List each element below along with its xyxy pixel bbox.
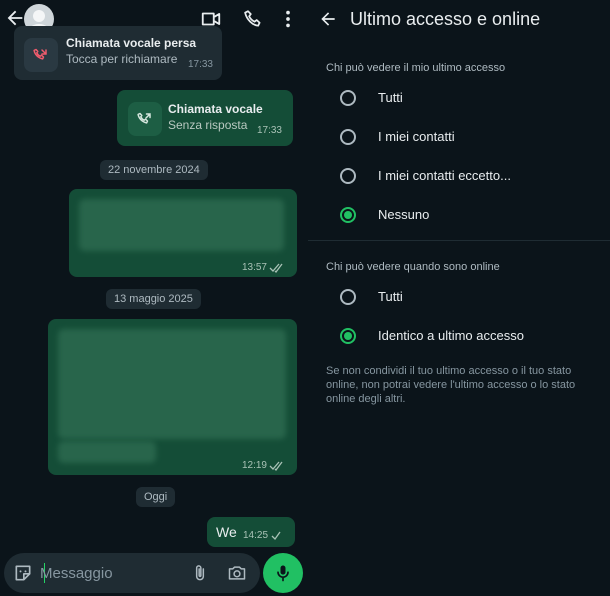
message-time: 12:19 [241, 460, 267, 471]
option-last-seen-contacts[interactable]: I miei contatti [308, 119, 610, 155]
option-last-seen-contacts-except[interactable]: I miei contatti eccetto... [308, 158, 610, 194]
radio-button[interactable] [340, 289, 356, 305]
message-input[interactable]: Messaggio [40, 565, 113, 582]
option-last-seen-everyone[interactable]: Tutti [308, 80, 610, 116]
voice-call-icon-box [128, 102, 162, 136]
voice-call-bubble[interactable]: Chiamata vocale Senza risposta 17:33 [117, 90, 293, 146]
option-label: Tutti [378, 90, 403, 105]
page-title: Ultimo accesso e online [350, 9, 541, 29]
radio-button-selected[interactable] [340, 207, 356, 223]
blurred-message-bubble[interactable]: 13:57 [69, 189, 297, 277]
microphone-icon [277, 565, 289, 582]
date-separator: 22 novembre 2024 [100, 160, 208, 180]
option-label: I miei contatti [378, 129, 455, 144]
missed-call-bubble[interactable]: Chiamata vocale persa Tocca per richiama… [14, 26, 222, 80]
section-divider [308, 240, 610, 241]
option-online-everyone[interactable]: Tutti [308, 279, 610, 315]
outgoing-call-icon [137, 112, 151, 124]
camera-icon[interactable] [227, 563, 247, 583]
missed-call-subtitle: Tocca per richiamare [66, 52, 178, 66]
voice-call-icon[interactable] [242, 8, 264, 30]
blurred-content [58, 329, 286, 439]
missed-call-icon-box [24, 38, 58, 72]
option-label: Tutti [378, 289, 403, 304]
back-arrow-icon[interactable] [318, 9, 338, 29]
privacy-settings-panel: Ultimo accesso e online Chi può vedere i… [308, 0, 610, 596]
attach-icon[interactable] [190, 563, 210, 583]
voice-call-title: Chiamata vocale [168, 102, 263, 116]
radio-button[interactable] [340, 129, 356, 145]
option-label: Nessuno [378, 207, 430, 222]
message-composer[interactable]: Messaggio [4, 553, 260, 593]
voice-call-subtitle: Senza risposta [168, 118, 248, 132]
privacy-footnote: Se non condividi il tuo ultimo accesso o… [326, 365, 576, 405]
option-label: Identico a ultimo accesso [378, 328, 524, 343]
sticker-icon[interactable] [13, 563, 33, 583]
blurred-content [58, 441, 156, 463]
missed-call-icon [33, 48, 47, 60]
voice-message-button[interactable] [263, 553, 303, 593]
message-text: We [216, 524, 237, 540]
date-separator: 13 maggio 2025 [106, 289, 201, 309]
read-ticks-icon [269, 461, 283, 471]
message-time: 14:25 [243, 530, 269, 541]
section-title-online: Chi può vedere quando sono online [326, 261, 500, 273]
blurred-message-bubble[interactable]: 12:19 [48, 319, 297, 475]
option-last-seen-nobody[interactable]: Nessuno [308, 197, 610, 233]
section-title-last-seen: Chi può vedere il mio ultimo accesso [326, 62, 506, 74]
read-ticks-icon [269, 263, 283, 273]
radio-button[interactable] [340, 90, 356, 106]
date-separator: Oggi [136, 487, 176, 507]
sent-tick-icon [271, 531, 281, 540]
message-time: 13:57 [241, 262, 267, 273]
message-time: 17:33 [256, 125, 282, 136]
option-label: I miei contatti eccetto... [378, 168, 511, 183]
blurred-content [79, 199, 284, 251]
radio-button-selected[interactable] [340, 328, 356, 344]
option-online-same-as-last-seen[interactable]: Identico a ultimo accesso [308, 318, 610, 354]
more-options-icon[interactable] [277, 8, 299, 30]
chat-panel: Chiamata vocale persa Tocca per richiama… [0, 0, 308, 596]
radio-button[interactable] [340, 168, 356, 184]
message-time: 17:33 [187, 59, 213, 70]
missed-call-title: Chiamata vocale persa [66, 36, 197, 50]
message-bubble[interactable]: We 14:25 [207, 517, 295, 547]
